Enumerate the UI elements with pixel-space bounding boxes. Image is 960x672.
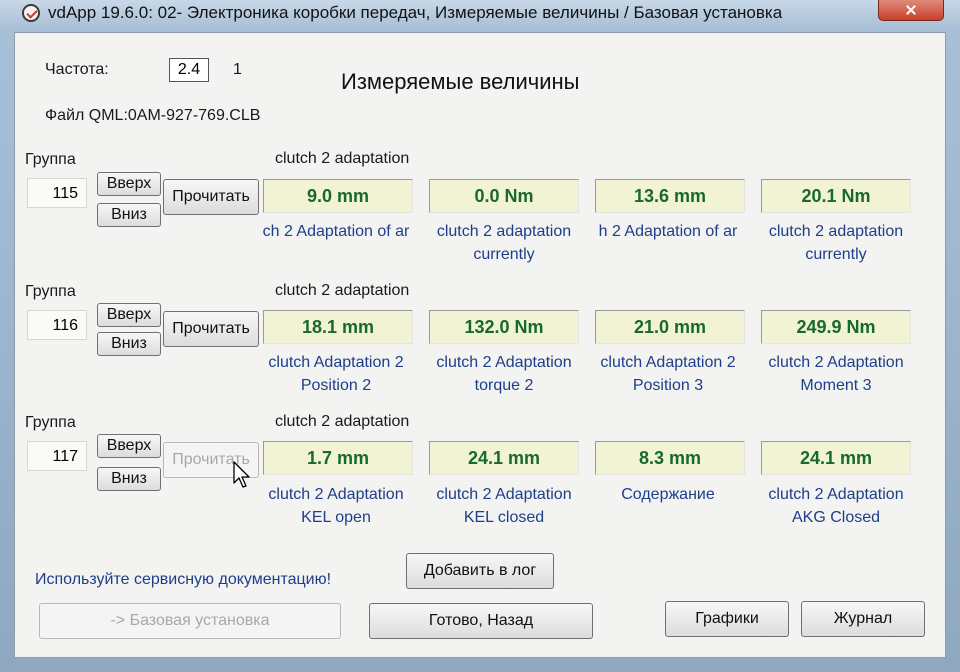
- group-title: clutch 2 adaptation: [275, 282, 410, 299]
- group-title: clutch 2 adaptation: [275, 413, 410, 430]
- measured-value: 249.9 Nm: [761, 310, 911, 344]
- journal-button[interactable]: Журнал: [801, 601, 925, 637]
- measured-value: 8.3 mm: [595, 441, 745, 475]
- value-description: Содержание: [621, 486, 715, 503]
- service-docs-note: Используйте сервисную документацию!: [35, 571, 332, 588]
- measured-value: 21.0 mm: [595, 310, 745, 344]
- measured-value: 0.0 Nm: [429, 179, 579, 213]
- measured-value: 24.1 mm: [429, 441, 579, 475]
- group-down-button[interactable]: Вниз: [97, 467, 161, 491]
- value-description: clutch 2 Adaptation Moment 3: [768, 354, 904, 394]
- measured-value: 18.1 mm: [263, 310, 413, 344]
- close-button[interactable]: [878, 0, 944, 21]
- graphs-button[interactable]: Графики: [665, 601, 789, 637]
- group-up-button[interactable]: Вверх: [97, 434, 161, 458]
- title-bar[interactable]: vdApp 19.6.0: 02- Электроника коробки пе…: [0, 0, 960, 28]
- group-number-field[interactable]: 117: [27, 441, 87, 471]
- group-label: Группа: [25, 414, 76, 431]
- group-up-button[interactable]: Вверх: [97, 172, 161, 196]
- value-description: clutch Adaptation 2 Position 2: [268, 354, 404, 394]
- value-description: h 2 Adaptation of ar: [598, 223, 738, 240]
- app-window: vdApp 19.6.0: 02- Электроника коробки пе…: [0, 0, 960, 672]
- file-label: Файл QML:0AM-927-769.CLB: [45, 107, 261, 124]
- read-button[interactable]: Прочитать: [163, 179, 259, 215]
- group-up-button[interactable]: Вверх: [97, 303, 161, 327]
- measured-value: 1.7 mm: [263, 441, 413, 475]
- mouse-pointer-icon: [233, 461, 250, 488]
- measured-value: 13.6 mm: [595, 179, 745, 213]
- value-description: clutch 2 Adaptation AKG Closed: [768, 486, 904, 526]
- group-label: Группа: [25, 283, 76, 300]
- group-down-button[interactable]: Вниз: [97, 203, 161, 227]
- value-description: clutch 2 Adaptation torque 2: [436, 354, 572, 394]
- read-button[interactable]: Прочитать: [163, 311, 259, 347]
- measured-value: 24.1 mm: [761, 441, 911, 475]
- frequency-label: Частота:: [45, 61, 109, 78]
- group-number-field[interactable]: 115: [27, 178, 87, 208]
- measured-value: 9.0 mm: [263, 179, 413, 213]
- value-description: clutch Adaptation 2 Position 3: [600, 354, 736, 394]
- basic-setting-button[interactable]: -> Базовая установка: [39, 603, 341, 639]
- value-description: clutch 2 adaptation currently: [436, 223, 572, 263]
- window-title: vdApp 19.6.0: 02- Электроника коробки пе…: [48, 3, 783, 22]
- measured-value: 20.1 Nm: [761, 179, 911, 213]
- main-panel: Частота: 2.4 1 Измеряемые величины Файл …: [14, 32, 946, 658]
- done-back-button[interactable]: Готово, Назад: [369, 603, 593, 639]
- group-title: clutch 2 adaptation: [275, 150, 410, 167]
- measured-value: 132.0 Nm: [429, 310, 579, 344]
- add-to-log-button[interactable]: Добавить в лог: [406, 553, 554, 589]
- group-number-field[interactable]: 116: [27, 310, 87, 340]
- value-description: clutch 2 adaptation currently: [768, 223, 904, 263]
- value-description: ch 2 Adaptation of ar: [262, 223, 410, 240]
- value-description: clutch 2 Adaptation KEL open: [268, 486, 404, 526]
- group-down-button[interactable]: Вниз: [97, 332, 161, 356]
- frequency-value: 2.4: [169, 58, 209, 82]
- group-label: Группа: [25, 151, 76, 168]
- value-description: clutch 2 Adaptation KEL closed: [436, 486, 572, 526]
- page-title: Измеряемые величины: [341, 69, 580, 94]
- app-logo-icon: [22, 4, 40, 22]
- frequency-indicator: 1: [233, 61, 242, 78]
